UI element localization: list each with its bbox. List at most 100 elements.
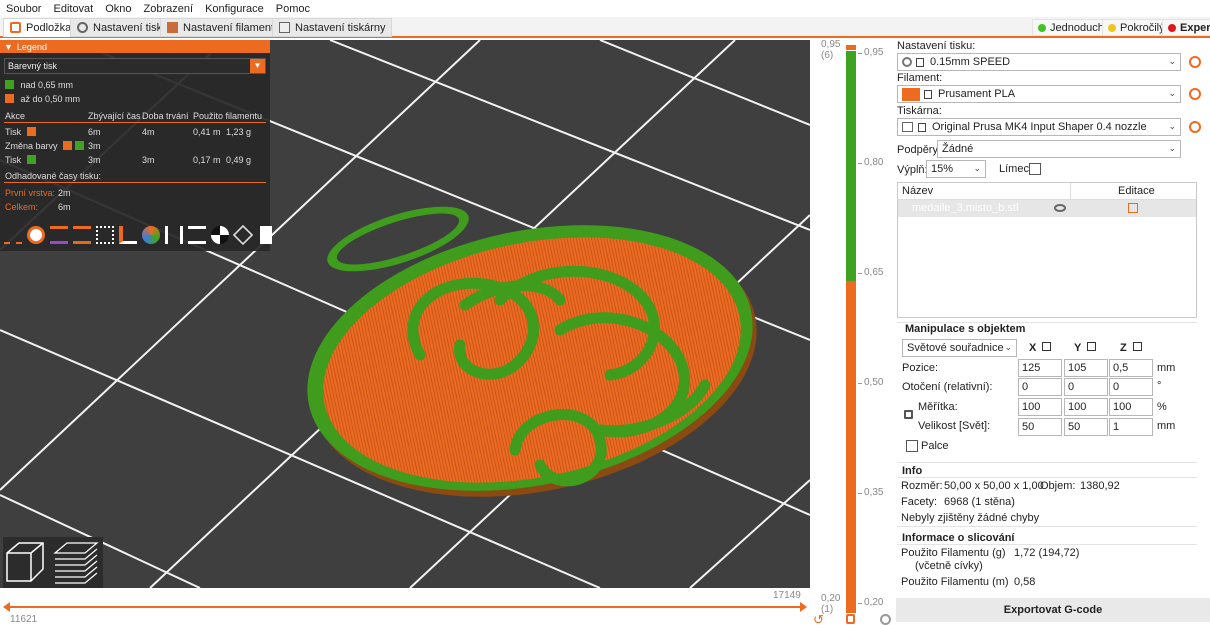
- object-list: Název Editace medaile_3.misto_b.stl: [897, 182, 1197, 318]
- feature-toggle-bar: [4, 224, 272, 246]
- section-divider: [897, 477, 1197, 478]
- lock-icon[interactable]: [846, 614, 855, 624]
- vslider-track[interactable]: [846, 51, 856, 613]
- vslider-green-range: [846, 51, 856, 282]
- inches-checkbox[interactable]: [906, 440, 918, 452]
- vertical-layer-slider[interactable]: 0,95 (6) 0,95 0,80 0,65 0,50 0,35 0,20 0,20 (…: [810, 39, 896, 625]
- drop-to-bed-icon[interactable]: [1132, 342, 1142, 351]
- row-color-change-action: Změna barvy: [5, 141, 84, 151]
- lock-icon[interactable]: [904, 410, 913, 419]
- size-y-input[interactable]: 50: [1064, 418, 1108, 436]
- wipe-icon[interactable]: [27, 226, 45, 244]
- column-edit[interactable]: Editace: [1118, 185, 1155, 197]
- size-z-input[interactable]: 1: [1109, 418, 1153, 436]
- legend-header[interactable]: ▼ Legend: [0, 40, 270, 53]
- pause-prints-icon[interactable]: [165, 226, 183, 244]
- view-type-value: Barevný tisk: [8, 61, 58, 71]
- infill-select[interactable]: 15% ⌄: [926, 160, 986, 178]
- center-of-gravity-icon[interactable]: [211, 226, 229, 244]
- facets-value: 6968 (1 stěna): [944, 496, 1015, 508]
- shells-icon[interactable]: [232, 224, 254, 246]
- color-changes-icon[interactable]: [142, 226, 160, 244]
- chevron-down-icon: ⌄: [1168, 121, 1176, 131]
- sliced-layers-icon[interactable]: [53, 542, 99, 584]
- used-g-value: 1,72 (194,72): [1014, 547, 1080, 559]
- brim-checkbox[interactable]: [1029, 163, 1041, 175]
- size-x-input[interactable]: 50: [1018, 418, 1062, 436]
- rotation-y-input[interactable]: 0: [1064, 378, 1108, 396]
- vslider-tick-mark: [858, 273, 862, 274]
- edit-icon[interactable]: [1128, 203, 1138, 213]
- coordinate-system-select[interactable]: Světové souřadnice ⌄: [902, 339, 1017, 357]
- retractions-icon[interactable]: [50, 226, 68, 244]
- rotation-z-input[interactable]: 0: [1109, 378, 1153, 396]
- hslider-left-thumb[interactable]: [3, 602, 10, 612]
- size-unit: mm: [1157, 420, 1176, 432]
- deretractions-icon[interactable]: [73, 226, 91, 244]
- position-x-input[interactable]: 125: [1018, 359, 1062, 377]
- tool-marker-icon[interactable]: [260, 226, 272, 244]
- drop-to-y-icon[interactable]: [1087, 342, 1097, 351]
- supports-select[interactable]: Žádné ⌄: [937, 140, 1181, 158]
- menu-window[interactable]: Okno: [105, 3, 131, 15]
- column-name[interactable]: Název: [902, 185, 933, 197]
- scale-unit: %: [1157, 401, 1167, 413]
- used-m-label: Použito Filamentu (m): [901, 576, 1009, 588]
- 3d-view-icon[interactable]: [6, 542, 44, 582]
- used-m-value: 0,58: [1014, 576, 1036, 588]
- export-gcode-button[interactable]: Exportovat G-code: [896, 598, 1210, 622]
- object-row[interactable]: medaile_3.misto_b.stl: [898, 200, 1196, 217]
- eye-icon[interactable]: [1054, 204, 1066, 212]
- print-profile-select[interactable]: 0.15mm SPEED ⌄: [897, 53, 1181, 71]
- menu-edit[interactable]: Editovat: [53, 3, 93, 15]
- scale-x-input[interactable]: 100: [1018, 398, 1062, 416]
- tab-printer-settings[interactable]: Nastavení tiskárny: [272, 18, 393, 37]
- vslider-tick-mark: [858, 383, 862, 384]
- filament-settings-cog-icon[interactable]: [1189, 88, 1201, 100]
- menu-configuration[interactable]: Konfigurace: [205, 3, 264, 15]
- vslider-tick-label: 0,95: [864, 47, 884, 58]
- object-name: medaile_3.misto_b.stl: [912, 202, 1019, 214]
- custom-gcodes-icon[interactable]: [188, 226, 206, 244]
- filament-color-swatch[interactable]: [902, 87, 920, 101]
- horizontal-move-slider[interactable]: 17149 11621: [0, 588, 810, 625]
- plater-icon: [10, 22, 21, 33]
- hslider-track[interactable]: [8, 606, 804, 608]
- seams-icon[interactable]: [96, 226, 114, 244]
- vslider-orange-range: [846, 281, 856, 613]
- menu-file[interactable]: Soubor: [6, 3, 41, 15]
- printer-profile-select[interactable]: Original Prusa MK4 Input Shaper 0.4 nozz…: [897, 118, 1181, 136]
- scale-z-input[interactable]: 100: [1109, 398, 1153, 416]
- vslider-tick-mark: [858, 493, 862, 494]
- travel-icon[interactable]: [4, 226, 22, 244]
- drop-to-x-icon[interactable]: [1042, 342, 1052, 351]
- chevron-down-icon: ⌄: [1168, 88, 1176, 98]
- rotation-x-input[interactable]: 0: [1018, 378, 1062, 396]
- tab-filament-settings-label: Nastavení filamentu: [183, 21, 281, 34]
- tab-filament-settings[interactable]: Nastavení filamentu: [160, 18, 288, 37]
- print-settings-cog-icon[interactable]: [1189, 56, 1201, 68]
- mode-advanced[interactable]: Pokročilý: [1102, 19, 1171, 36]
- printer-settings-cog-icon[interactable]: [1189, 121, 1201, 133]
- scale-y-input[interactable]: 100: [1064, 398, 1108, 416]
- mode-expert[interactable]: Expert: [1162, 19, 1210, 36]
- axis-z-text: Z: [1120, 342, 1127, 354]
- position-label: Pozice:: [902, 362, 939, 374]
- revert-icon[interactable]: ↺: [813, 612, 824, 625]
- vslider-tick-label: 0,20: [864, 597, 884, 608]
- chevron-down-icon: ▼: [250, 59, 265, 73]
- position-unit: mm: [1157, 362, 1176, 374]
- vslider-tick-mark: [858, 163, 862, 164]
- view-type-select[interactable]: Barevný tisk ▼: [4, 58, 266, 74]
- menu-help[interactable]: Pomoc: [276, 3, 310, 15]
- print-settings-label: Nastavení tisku:: [897, 40, 976, 52]
- filament-profile-select[interactable]: Prusament PLA ⌄: [897, 85, 1181, 103]
- vslider-top-thumb[interactable]: [846, 45, 856, 50]
- hslider-right-thumb[interactable]: [800, 602, 807, 612]
- position-z-input[interactable]: 0,5: [1109, 359, 1153, 377]
- position-y-input[interactable]: 105: [1064, 359, 1108, 377]
- tab-plater[interactable]: Podložka: [3, 18, 79, 37]
- menu-view[interactable]: Zobrazení: [144, 3, 194, 15]
- settings-cog-icon[interactable]: [880, 614, 891, 625]
- tool-changes-icon[interactable]: [119, 226, 137, 244]
